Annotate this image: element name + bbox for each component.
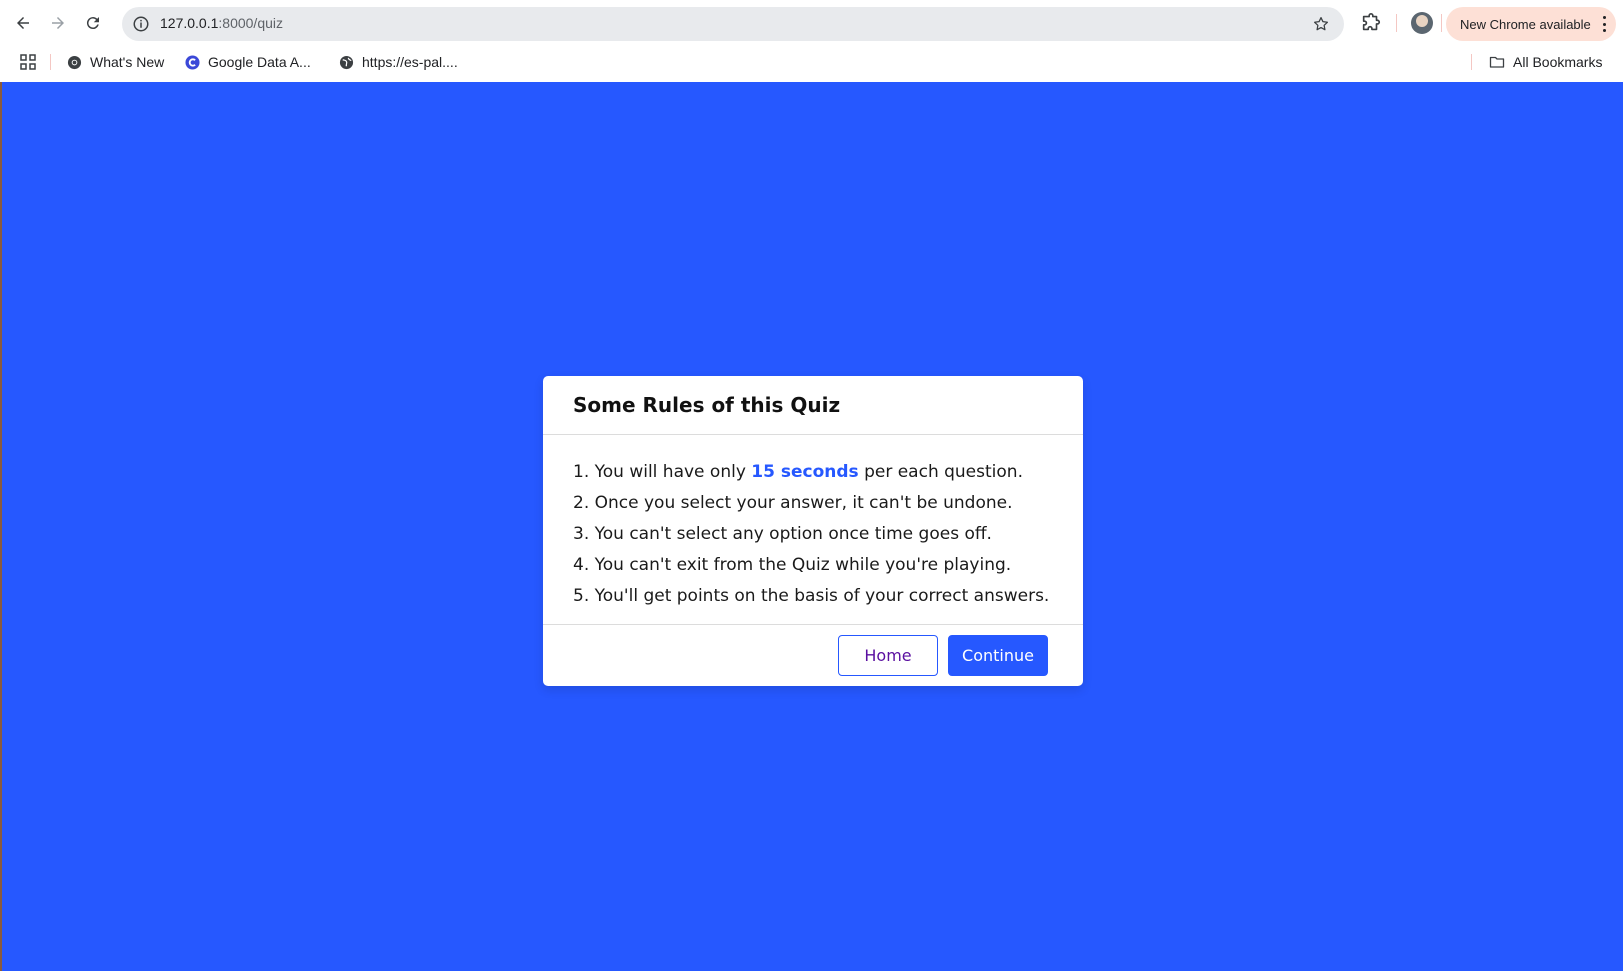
toolbar-divider: [1441, 14, 1442, 32]
reload-icon: [86, 17, 99, 30]
update-chip-label: New Chrome available: [1460, 16, 1591, 32]
folder-icon: [1489, 54, 1505, 70]
bookmark-whats-new[interactable]: What's New: [66, 46, 164, 78]
google-c-icon: [184, 54, 200, 70]
site-info-icon[interactable]: [132, 15, 150, 33]
home-button[interactable]: Home: [838, 635, 938, 676]
all-bookmarks-button[interactable]: All Bookmarks: [1489, 46, 1602, 78]
bookmarks-divider: [1471, 54, 1472, 70]
bookmarks-bar: What's New Google Data A... https://es-p…: [0, 46, 1623, 82]
bookmark-star-icon[interactable]: [1312, 15, 1330, 33]
dialog-footer: Home Continue: [543, 626, 1083, 686]
bookmark-label: https://es-pal....: [362, 54, 458, 70]
address-bar[interactable]: 127.0.0.1:8000/quiz: [122, 7, 1344, 41]
back-button[interactable]: [11, 11, 35, 35]
apps-grid-icon: [20, 54, 36, 70]
rule-item: 1. You will have only 15 seconds per eac…: [573, 462, 1023, 482]
url-text: 127.0.0.1:8000/quiz: [160, 15, 283, 31]
dialog-header: Some Rules of this Quiz: [543, 376, 1083, 435]
rule-item: 2. Once you select your answer, it can't…: [573, 493, 1013, 513]
globe-icon: [338, 54, 354, 70]
rule-item: 4. You can't exit from the Quiz while yo…: [573, 555, 1012, 575]
time-limit-highlight: 15 seconds: [751, 462, 859, 482]
continue-button[interactable]: Continue: [948, 635, 1048, 676]
toolbar-divider: [1396, 14, 1397, 32]
all-bookmarks-label: All Bookmarks: [1513, 54, 1603, 70]
bookmarks-divider: [50, 54, 51, 70]
rules-list: 1. You will have only 15 seconds per eac…: [543, 435, 1083, 625]
forward-button[interactable]: [46, 11, 70, 35]
rule-item: 5. You'll get points on the basis of you…: [573, 586, 1050, 606]
back-arrow-icon: [17, 17, 29, 29]
chrome-icon: [66, 54, 82, 70]
rule-item: 3. You can't select any option once time…: [573, 524, 992, 544]
bookmark-label: Google Data A...: [208, 54, 311, 70]
reload-button[interactable]: [81, 11, 105, 35]
quiz-rules-dialog: Some Rules of this Quiz 1. You will have…: [543, 376, 1083, 686]
bookmark-google-data[interactable]: Google Data A...: [184, 46, 311, 78]
profile-avatar[interactable]: [1411, 12, 1433, 34]
new-chrome-available-button[interactable]: New Chrome available: [1446, 7, 1616, 41]
browser-toolbar: 127.0.0.1:8000/quiz New Chrome available: [0, 0, 1623, 46]
kebab-menu-icon[interactable]: [1602, 16, 1606, 32]
bookmark-label: What's New: [90, 54, 165, 70]
dialog-title: Some Rules of this Quiz: [573, 393, 841, 417]
bookmark-es-pal[interactable]: https://es-pal....: [338, 46, 458, 78]
forward-arrow-icon: [52, 17, 64, 29]
extensions-puzzle-icon[interactable]: [1360, 12, 1382, 34]
apps-button[interactable]: [20, 46, 36, 78]
